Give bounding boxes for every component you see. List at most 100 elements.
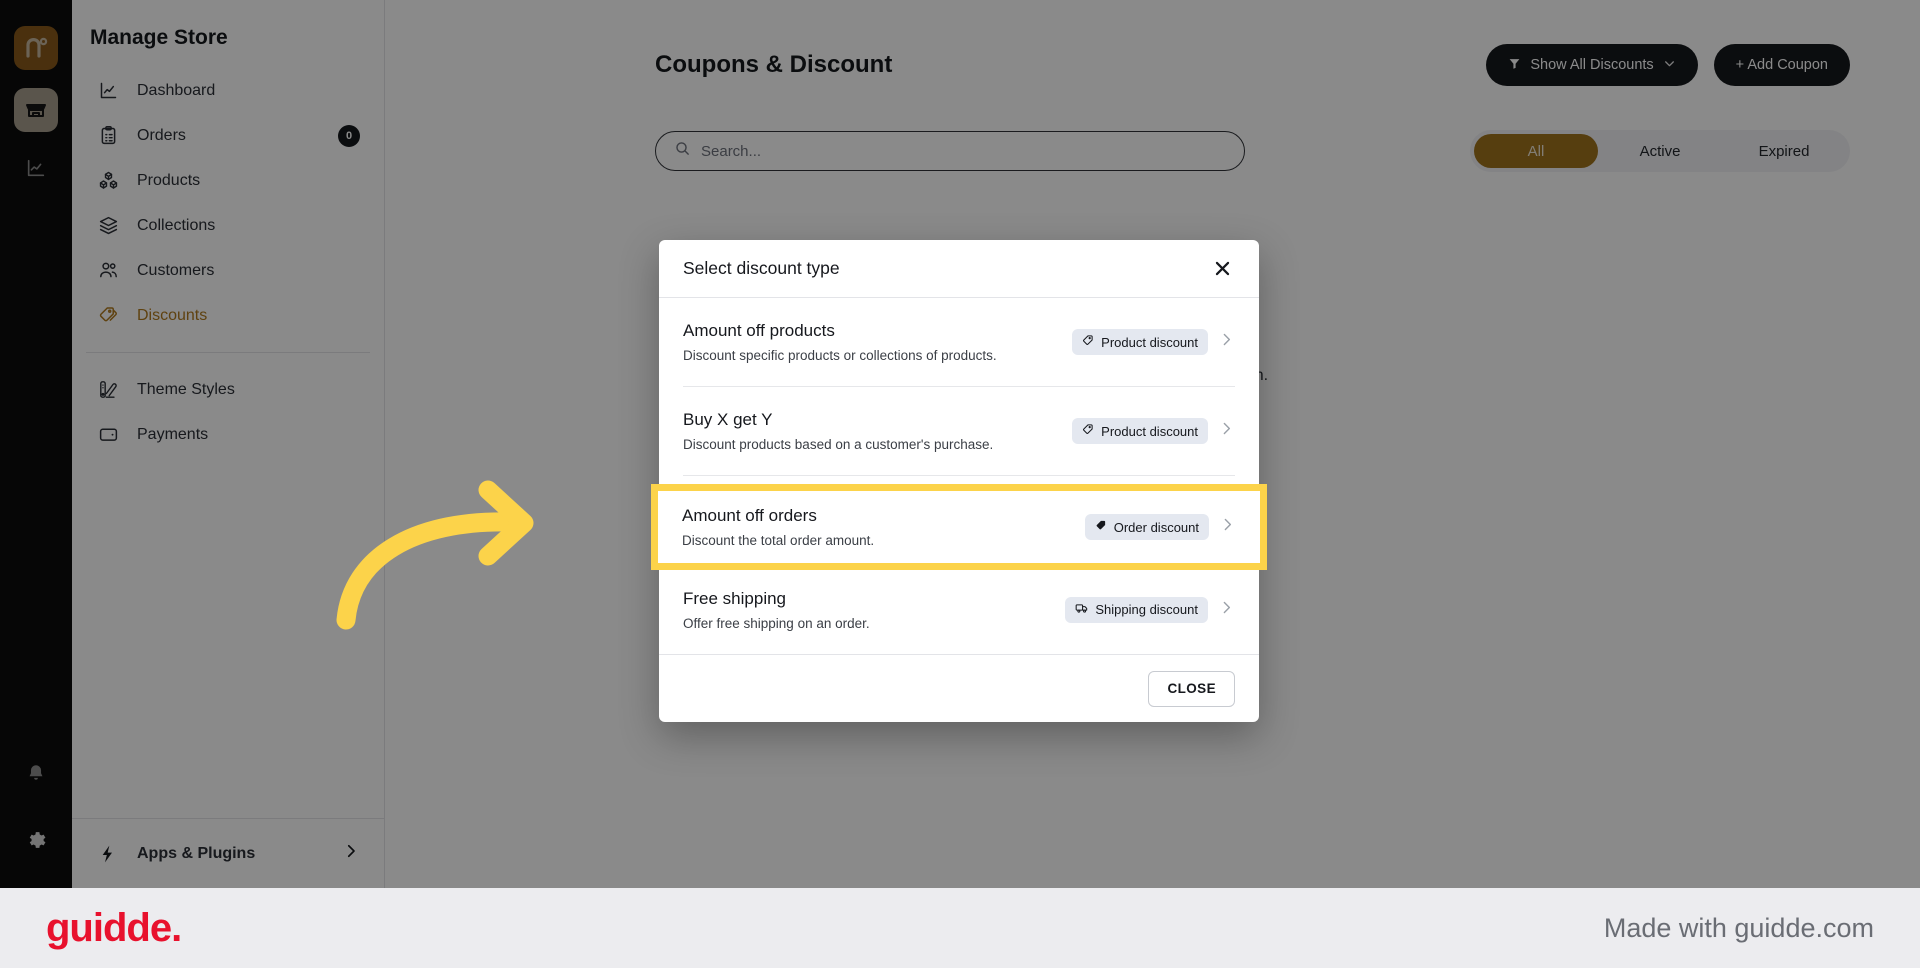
sidebar-item-products[interactable]: Products <box>86 158 370 203</box>
sidebar-title: Manage Store <box>90 26 228 49</box>
option-meta: Order discount <box>1084 514 1236 540</box>
sidebar-footer: Apps & Plugins <box>72 818 384 888</box>
search-box[interactable] <box>655 131 1245 171</box>
sidebar: Manage Store Dashboard Orders 0 Products… <box>72 0 385 888</box>
sidebar-item-apps-plugins[interactable]: Apps & Plugins <box>86 831 370 876</box>
rail-item-store[interactable] <box>14 88 58 132</box>
icon-rail <box>0 0 72 888</box>
status-badge-label: Order discount <box>1113 519 1199 535</box>
tag-outline-icon <box>1082 423 1095 439</box>
status-badge: Order discount <box>1084 514 1209 540</box>
select-discount-type-dialog: Select discount type Amount off products… <box>659 240 1259 722</box>
orders-badge: 0 <box>338 124 360 147</box>
option-title: Buy X get Y <box>683 410 773 429</box>
tag-filled-icon <box>1095 519 1108 535</box>
option-title: Amount off products <box>683 321 835 340</box>
rail-item-analytics[interactable] <box>14 146 58 190</box>
page-header: Coupons & Discount Show All Discounts + … <box>385 0 1920 86</box>
app-root: Manage Store Dashboard Orders 0 Products… <box>0 0 1920 968</box>
close-button[interactable]: CLOSE <box>1148 670 1235 707</box>
sidebar-item-orders[interactable]: Orders 0 <box>86 113 370 158</box>
palette-icon <box>96 378 120 402</box>
list-item[interactable]: Amount off orders Discount the total ord… <box>658 491 1260 563</box>
sidebar-item-dashboard[interactable]: Dashboard <box>86 68 370 113</box>
bolt-icon <box>96 842 120 866</box>
clipboard-icon <box>96 124 120 148</box>
sidebar-item-label: Customers <box>137 261 215 279</box>
sidebar-item-label: Payments <box>137 425 209 443</box>
dialog-title: Select discount type <box>683 258 840 278</box>
sidebar-divider <box>86 352 370 353</box>
sidebar-item-label: Discounts <box>137 306 208 324</box>
option-title: Free shipping <box>683 588 787 608</box>
wallet-icon <box>96 423 120 447</box>
status-badge: Product discount <box>1072 329 1208 355</box>
close-icon[interactable] <box>1209 256 1235 282</box>
guidde-footer: guidde. Made with guidde.com <box>0 888 1920 968</box>
show-all-discounts-label: Show All Discounts <box>1530 57 1654 73</box>
option-text: Buy X get Y Discount products based on a… <box>683 410 993 452</box>
rail-item-notifications[interactable] <box>14 752 58 796</box>
toolbar: All Active Expired <box>385 86 1920 172</box>
sidebar-item-label: Products <box>137 171 201 189</box>
tab-all[interactable]: All <box>1474 134 1598 168</box>
truck-icon <box>1075 601 1089 618</box>
dialog-footer: CLOSE <box>659 654 1259 722</box>
rail-item-settings[interactable] <box>14 818 58 862</box>
chevron-right-icon[interactable] <box>1218 599 1235 621</box>
list-item[interactable]: Buy X get Y Discount products based on a… <box>683 387 1235 476</box>
gear-icon <box>29 832 46 848</box>
tag-icon <box>96 304 120 328</box>
sidebar-item-payments[interactable]: Payments <box>86 412 370 457</box>
status-badge: Shipping discount <box>1065 596 1208 623</box>
list-item[interactable]: Amount off products Discount specific pr… <box>683 298 1235 387</box>
logo-n-icon <box>26 37 48 58</box>
chevron-right-icon[interactable] <box>1219 516 1236 538</box>
sidebar-item-label: Apps & Plugins <box>137 844 256 862</box>
page-title: Coupons & Discount <box>655 51 893 78</box>
sidebar-item-discounts[interactable]: Discounts <box>86 293 370 338</box>
tab-expired[interactable]: Expired <box>1722 134 1846 168</box>
annotation-arrow <box>320 480 555 635</box>
layers-icon <box>96 214 120 238</box>
app-screen: Manage Store Dashboard Orders 0 Products… <box>0 0 1920 888</box>
analytics-icon <box>27 159 45 177</box>
discount-type-list: Amount off products Discount specific pr… <box>659 298 1259 654</box>
tab-active[interactable]: Active <box>1598 134 1722 168</box>
option-subtitle: Discount specific products or collection… <box>683 348 997 363</box>
chevron-right-icon[interactable] <box>1218 420 1235 442</box>
add-coupon-label: + Add Coupon <box>1735 57 1828 73</box>
option-text: Amount off products Discount specific pr… <box>683 321 997 363</box>
option-subtitle: Offer free shipping on an order. <box>683 615 870 631</box>
option-subtitle: Discount the total order amount. <box>682 533 875 548</box>
sidebar-item-collections[interactable]: Collections <box>86 203 370 248</box>
filter-icon <box>1508 57 1521 74</box>
status-filter-tabs: All Active Expired <box>1470 130 1850 172</box>
sidebar-item-label: Theme Styles <box>137 380 235 398</box>
add-coupon-button[interactable]: + Add Coupon <box>1713 44 1850 86</box>
sidebar-item-theme-styles[interactable]: Theme Styles <box>86 367 370 412</box>
chevron-right-icon[interactable] <box>1218 331 1235 353</box>
tag-outline-icon <box>1082 334 1095 350</box>
option-meta: Product discount <box>1072 329 1235 355</box>
sidebar-secondary-list: Theme Styles Payments <box>72 367 384 457</box>
show-all-discounts-button[interactable]: Show All Discounts <box>1486 44 1698 86</box>
option-subtitle: Discount products based on a customer's … <box>683 437 994 452</box>
list-item[interactable]: Free shipping Offer free shipping on an … <box>683 565 1235 654</box>
search-input[interactable] <box>701 142 1226 160</box>
sidebar-item-label: Orders <box>137 126 186 144</box>
users-icon <box>96 259 120 283</box>
bell-icon <box>29 765 43 780</box>
arrow-icon <box>336 480 534 630</box>
sidebar-item-customers[interactable]: Customers <box>86 248 370 293</box>
highlight-amount-off-orders[interactable]: Amount off orders Discount the total ord… <box>651 484 1267 570</box>
chevron-down-icon <box>1663 57 1676 74</box>
sidebar-item-label: Collections <box>137 216 216 234</box>
store-icon <box>26 104 46 117</box>
header-actions: Show All Discounts + Add Coupon <box>1486 44 1850 86</box>
dialog-header: Select discount type <box>659 240 1259 298</box>
made-with-label: Made with guidde.com <box>1603 912 1874 943</box>
status-badge-label: Product discount <box>1101 423 1198 439</box>
status-badge-label: Product discount <box>1101 334 1198 350</box>
app-logo[interactable] <box>14 26 58 70</box>
